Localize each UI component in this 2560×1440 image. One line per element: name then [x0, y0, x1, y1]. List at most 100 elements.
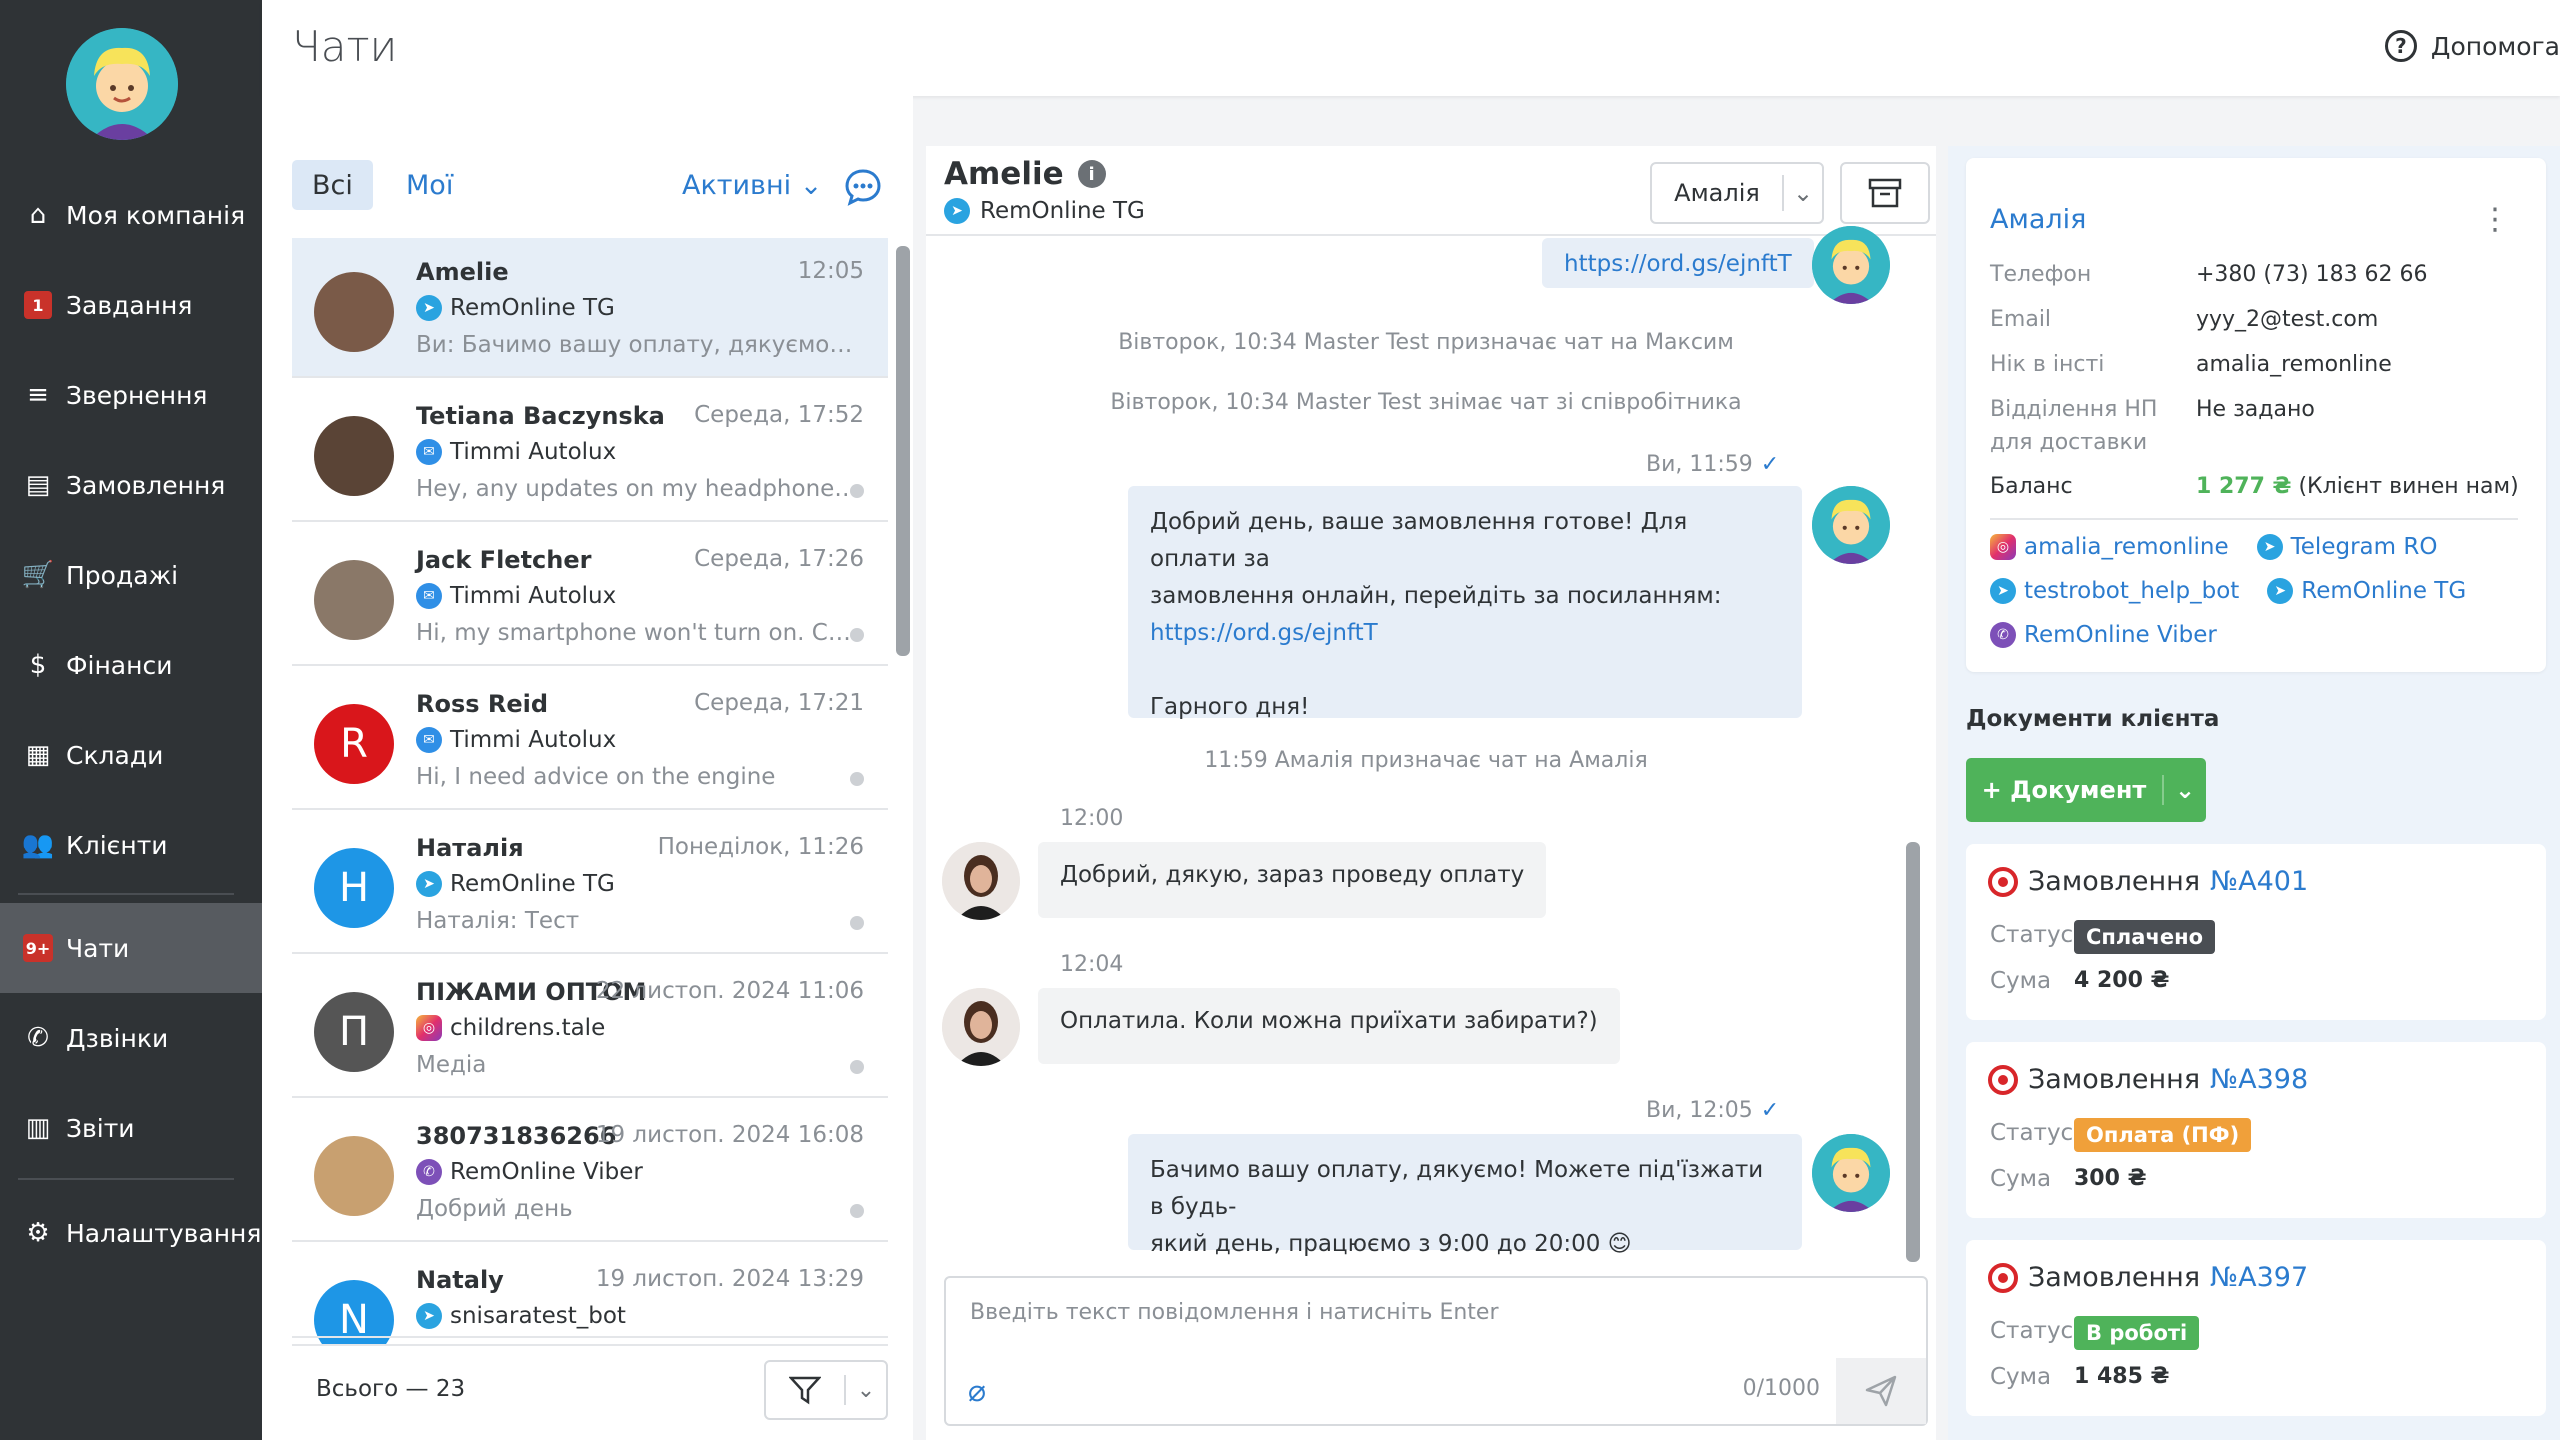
order-number-link[interactable]: №A401 — [2210, 866, 2308, 897]
check-icon: ✓ — [1760, 452, 1780, 477]
chevron-down-icon: ⌄ — [1792, 179, 1814, 207]
assignee-select[interactable]: Амалія ⌄ — [1650, 162, 1824, 224]
chat-list-item[interactable]: Tetiana Baczynska Середа, 17:52 ✉ Timmi Aut… — [292, 382, 888, 522]
message-input[interactable]: Введіть текст повідомлення і натисніть E… — [970, 1300, 1499, 1325]
link-testrobot[interactable]: testrobot_help_bot — [2024, 578, 2239, 604]
nav-my-company[interactable]: ⌂ Моя компанія — [0, 170, 262, 260]
message-composer[interactable]: Введіть текст повідомлення і натисніть E… — [944, 1276, 1928, 1426]
chat-channel: Timmi Autolux — [450, 439, 617, 465]
client-balance: 1 277 ₴ (Клієнт винен нам) — [2196, 474, 2519, 499]
phone-icon: ✆ — [27, 1023, 49, 1053]
order-icon — [1988, 1064, 2018, 1095]
chat-list-item[interactable]: Amelie 12:05 ➤ RemOnline TG Ви: Бачимо вашу … — [292, 238, 888, 378]
nav-finance[interactable]: $ Фінанси — [0, 620, 262, 710]
telegram-icon: ➤ — [2256, 534, 2283, 560]
chat-list-item[interactable]: R Ross Reid Середа, 17:21 ✉ Timmi Autolux Hi,… — [292, 670, 888, 810]
chat-name: Ross Reid — [416, 690, 549, 718]
viber-icon: ✆ — [416, 1159, 442, 1185]
archive-icon — [1868, 178, 1902, 208]
client-name[interactable]: Амалія — [1990, 204, 2086, 235]
order-link[interactable]: https://ord.gs/ejnftT — [1564, 251, 1792, 277]
filter-icon: ≡ — [27, 380, 49, 410]
send-button[interactable] — [1836, 1358, 1926, 1424]
message-bubble-in: Добрий, дякую, зараз проведу оплату — [1038, 842, 1547, 918]
link-remonline-tg[interactable]: RemOnline TG — [2301, 578, 2466, 604]
company-avatar[interactable] — [66, 28, 178, 140]
chat-time: 22 листоп. 2024 11:06 — [595, 978, 864, 1004]
nav-divider — [18, 1178, 234, 1180]
payment-link[interactable]: https://ord.gs/ejnftT — [1150, 615, 1780, 652]
tab-mine[interactable]: Мої — [386, 160, 473, 210]
chat-preview: Ви: Бачимо вашу оплату, дякуємо! Можете … — [416, 332, 858, 358]
avatar: H — [314, 848, 394, 928]
chat-preview: Медіа — [416, 1052, 487, 1078]
status-filter-dropdown[interactable]: Активні ⌄ — [682, 170, 822, 201]
info-icon[interactable]: i — [1077, 160, 1106, 188]
dollar-icon: $ — [29, 650, 47, 680]
unread-dot — [850, 916, 864, 930]
client-instagram: amalia_remonline — [2196, 352, 2392, 377]
nav-reports[interactable]: ▥ Звіти — [0, 1083, 262, 1173]
conversation-header: Amelie i ➤ RemOnline TG Амалія ⌄ — [926, 146, 1936, 236]
system-message: 11:59 Амалія призначає чат на Амалія — [1204, 748, 1648, 773]
chat-list-panel: Всі Мої Активні ⌄ Amelie 12:05 ➤ RemOnline … — [262, 96, 913, 1440]
question-icon: ? — [2384, 30, 2417, 62]
nav-calls[interactable]: ✆ Дзвінки — [0, 993, 262, 1083]
chat-list-item[interactable]: N Nataly 19 листоп. 2024 13:29 ➤ snisaratest… — [292, 1246, 888, 1346]
unread-dot — [850, 1060, 864, 1074]
avatar: П — [314, 992, 394, 1072]
chat-channel: RemOnline Viber — [450, 1159, 643, 1185]
chat-list-item[interactable]: 380731836266 19 листоп. 2024 16:08 ✆ RemOnl… — [292, 1102, 888, 1242]
order-card[interactable]: Замовлення №A397 Статус В роботі Сума 1 4… — [1966, 1240, 2546, 1416]
new-chat-icon[interactable] — [842, 166, 884, 208]
order-number-link[interactable]: №A397 — [2210, 1262, 2308, 1293]
order-card[interactable]: Замовлення №A398 Статус Оплата (ПФ) Сума … — [1966, 1042, 2546, 1218]
tab-all[interactable]: Всі — [292, 160, 373, 210]
nav-warehouses[interactable]: ▦ Склади — [0, 710, 262, 800]
help-link[interactable]: ? Допомога — [2384, 30, 2560, 62]
cart-icon: 🛒 — [21, 560, 55, 590]
link-viber[interactable]: RemOnline Viber — [2024, 622, 2217, 648]
chat-list-scrollbar[interactable] — [896, 246, 910, 656]
filter-button[interactable]: ⌄ — [764, 1360, 888, 1420]
sidebar: ⌂ Моя компанія 1 Завдання ≡ Звернення ▤ Замо… — [0, 0, 262, 1440]
check-icon: ✓ — [1760, 1098, 1780, 1123]
order-card[interactable]: Замовлення №A401 Статус Сплачено Сума 4 2… — [1966, 844, 2546, 1020]
telegram-icon: ➤ — [416, 1303, 442, 1329]
order-icon — [1988, 1262, 2018, 1293]
chat-name: Jack Fletcher — [416, 546, 592, 574]
more-options-icon[interactable]: ⋮ — [2480, 202, 2510, 237]
client-phone[interactable]: +380 (73) 183 62 66 — [2196, 262, 2428, 287]
chat-list-item[interactable]: П ПІЖАМИ ОПТОМ 22 листоп. 2024 11:06 ◎ child… — [292, 958, 888, 1098]
instagram-icon: ◎ — [1990, 534, 2016, 560]
paperclip-icon[interactable]: ⌀ — [968, 1374, 986, 1409]
funnel-icon — [766, 1375, 844, 1405]
nav-sales[interactable]: 🛒 Продажі — [0, 530, 262, 620]
chat-channel: snisaratest_bot — [450, 1303, 626, 1329]
archive-button[interactable] — [1840, 162, 1930, 224]
client-email[interactable]: yyy_2@test.com — [2196, 307, 2378, 332]
chat-name: Amelie — [416, 258, 509, 286]
nav-settings[interactable]: ⚙ Налаштування — [0, 1188, 262, 1278]
chat-list-item[interactable]: H Наталія Понеділок, 11:26 ➤ RemOnline TG Нат… — [292, 814, 888, 954]
order-number-link[interactable]: №A398 — [2210, 1064, 2308, 1095]
chat-time: 19 листоп. 2024 16:08 — [595, 1122, 864, 1148]
chat-preview: Наталія: Тест — [416, 908, 580, 934]
messenger-icon: ✉ — [416, 439, 442, 465]
client-delivery: Не задано — [2196, 397, 2315, 422]
conversation-scrollbar[interactable] — [1906, 842, 1920, 1262]
link-instagram[interactable]: amalia_remonline — [2024, 534, 2229, 560]
nav-chats[interactable]: 9+ Чати — [0, 903, 262, 993]
order-icon — [1988, 866, 2018, 897]
add-document-button[interactable]: + Документ ⌄ — [1966, 758, 2206, 822]
nav-clients[interactable]: 👥 Клієнти — [0, 800, 262, 890]
client-card: Амалія ⋮ Телефон +380 (73) 183 62 66 Ema… — [1966, 158, 2546, 672]
nav-tasks[interactable]: 1 Завдання — [0, 260, 262, 350]
nav-requests[interactable]: ≡ Звернення — [0, 350, 262, 440]
messenger-icon: ✉ — [416, 727, 442, 753]
chat-list-item[interactable]: Jack Fletcher Середа, 17:26 ✉ Timmi Autolux… — [292, 526, 888, 666]
nav-orders[interactable]: ▤ Замовлення — [0, 440, 262, 530]
link-telegram-ro[interactable]: Telegram RO — [2291, 534, 2438, 560]
message-time: Ви, 11:59 ✓ — [1646, 452, 1780, 477]
chat-channel: Timmi Autolux — [450, 583, 617, 609]
